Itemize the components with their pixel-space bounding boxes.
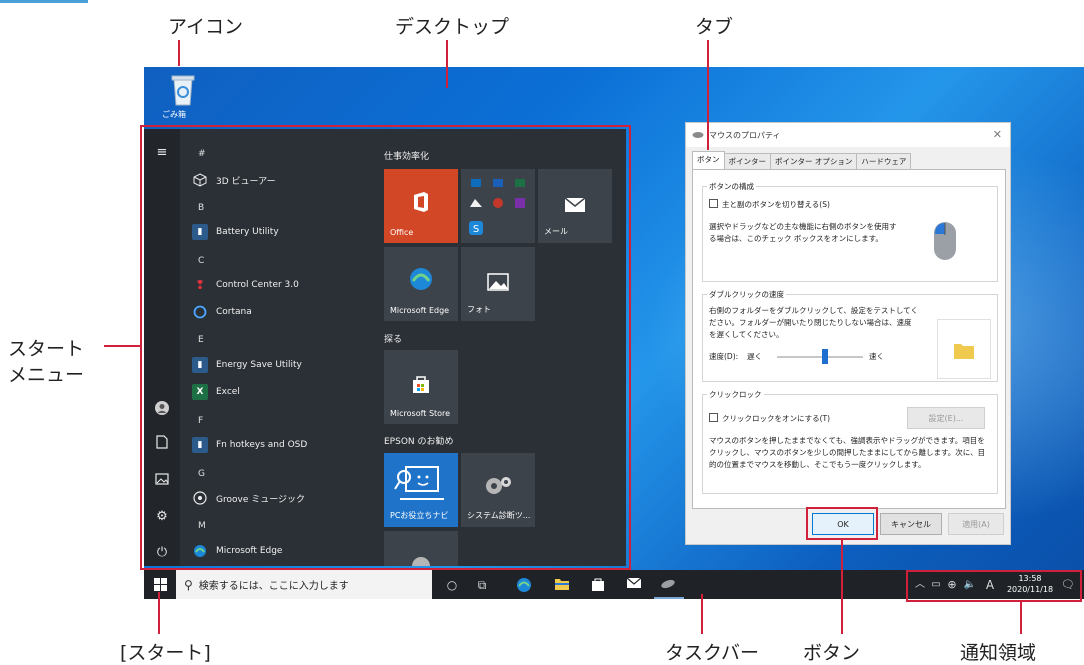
tab-buttons[interactable]: ボタン	[692, 151, 725, 169]
callout-start-menu-1: スタート	[8, 338, 85, 360]
close-icon[interactable]: ✕	[993, 128, 1002, 141]
callout-icon: アイコン	[168, 16, 244, 38]
checkbox-label: クリックロックをオンにする(T)	[722, 414, 831, 423]
speed-label: 速度(D):	[709, 352, 739, 361]
ok-button-highlight	[806, 507, 878, 540]
callout-notification-area: 通知領域	[960, 642, 1037, 664]
mouse-properties-dialog[interactable]: マウスのプロパティ ✕ ボタン ポインター ポインター オプション ハードウェア…	[685, 122, 1011, 545]
switch-buttons-checkbox[interactable]: 主と副のボタンを切り替える(S)	[709, 199, 830, 211]
group-text: クリックし、マウスのボタンを少しの間押したままにしてから離します。次に、目	[709, 448, 986, 457]
group-button-config: ボタンの構成 主と副のボタンを切り替える(S) 選択やドラッグなどの主な機能に右…	[702, 181, 998, 282]
recycle-bin-label: ごみ箱	[162, 110, 186, 119]
leader-line-tab	[707, 40, 709, 150]
leader-line-taskbar	[701, 594, 703, 634]
leader-line-start-menu	[104, 345, 140, 347]
mail-icon[interactable]	[626, 577, 642, 593]
checkbox[interactable]	[709, 413, 718, 422]
mouse-settings-icon[interactable]	[660, 577, 676, 593]
edge-icon[interactable]	[516, 577, 532, 593]
start-menu-highlight	[140, 125, 631, 570]
apply-button[interactable]: 適用(A)	[948, 513, 1004, 535]
search-box[interactable]: ⚲ 検索するには、ここに入力します	[176, 570, 432, 599]
group-text: 的の位置までマウスを移動し、そこでもう一度クリックします。	[709, 460, 926, 469]
search-icon: ⚲	[184, 577, 193, 592]
checkbox[interactable]	[709, 199, 718, 208]
store-icon[interactable]	[590, 577, 606, 593]
callout-tab: タブ	[695, 16, 734, 38]
group-title: クリックロック	[707, 389, 764, 400]
settings-button[interactable]: 設定(E)...	[907, 407, 985, 429]
notification-area-highlight	[906, 570, 1082, 602]
group-click-lock: クリックロック クリックロックをオンにする(T) 設定(E)... マウスのボタ…	[702, 389, 998, 494]
tab-hardware[interactable]: ハードウェア	[856, 153, 912, 169]
mouse-icon	[934, 222, 956, 260]
leader-line-notification	[1020, 601, 1022, 634]
file-explorer-icon[interactable]	[554, 577, 570, 593]
task-view-icon[interactable]: ⧉	[474, 577, 490, 593]
dialog-tabs: ボタン ポインター ポインター オプション ハードウェア	[692, 151, 912, 169]
dialog-title: マウスのプロパティ	[709, 130, 781, 140]
group-title: ボタンの構成	[707, 181, 756, 192]
group-text: を遅くしてください。	[709, 330, 784, 339]
slow-label: 遅く	[747, 352, 762, 361]
group-title: ダブルクリックの速度	[707, 289, 786, 300]
active-app-indicator	[654, 597, 684, 599]
group-text: マウスのボタンを押したままでなくても、強調表示やドラッグができます。項目を	[709, 436, 985, 445]
group-double-click: ダブルクリックの速度 右側のフォルダーをダブルクリックして、設定をテストしてく …	[702, 289, 998, 382]
leader-line-icon	[178, 40, 180, 66]
dialog-body: ボタンの構成 主と副のボタンを切り替える(S) 選択やドラッグなどの主な機能に右…	[692, 169, 1006, 509]
cortana-icon[interactable]: ○	[444, 577, 460, 593]
speed-slider[interactable]	[777, 356, 863, 358]
group-text: 右側のフォルダーをダブルクリックして、設定をテストしてく	[709, 306, 918, 315]
tab-pointer-options[interactable]: ポインター オプション	[770, 153, 858, 169]
fast-label: 速く	[869, 352, 884, 361]
callout-taskbar: タスクバー	[665, 642, 760, 664]
checkbox-label: 主と副のボタンを切り替える(S)	[722, 200, 830, 209]
click-lock-checkbox[interactable]: クリックロックをオンにする(T)	[709, 413, 830, 425]
speed-slider-thumb[interactable]	[822, 349, 828, 364]
cancel-button[interactable]: キャンセル	[880, 513, 942, 535]
callout-start-button: [スタート]	[120, 642, 211, 664]
top-accent-bar	[0, 0, 88, 3]
group-text: る場合は、このチェック ボックスをオンにします。	[709, 234, 883, 243]
leader-line-start-button	[158, 592, 160, 634]
search-placeholder: 検索するには、ここに入力します	[198, 581, 349, 592]
leader-line-button	[841, 540, 843, 634]
leader-line-desktop	[446, 40, 448, 88]
group-text: ださい。フォルダーが開いたり閉じたりしない場合は、速度	[709, 318, 912, 327]
callout-desktop: デスクトップ	[395, 16, 510, 38]
windows-icon	[153, 578, 167, 591]
start-button[interactable]	[144, 570, 176, 599]
recycle-bin-icon[interactable]	[168, 71, 198, 107]
test-folder-area[interactable]	[937, 319, 991, 379]
callout-button: ボタン	[803, 642, 861, 664]
group-text: 選択やドラッグなどの主な機能に右側のボタンを使用す	[709, 222, 897, 231]
dialog-titlebar[interactable]: マウスのプロパティ ✕	[686, 123, 1010, 147]
folder-icon	[954, 344, 974, 359]
mouse-icon	[692, 132, 704, 138]
tab-pointers[interactable]: ポインター	[723, 153, 771, 169]
callout-start-menu-2: メニュー	[8, 364, 85, 386]
